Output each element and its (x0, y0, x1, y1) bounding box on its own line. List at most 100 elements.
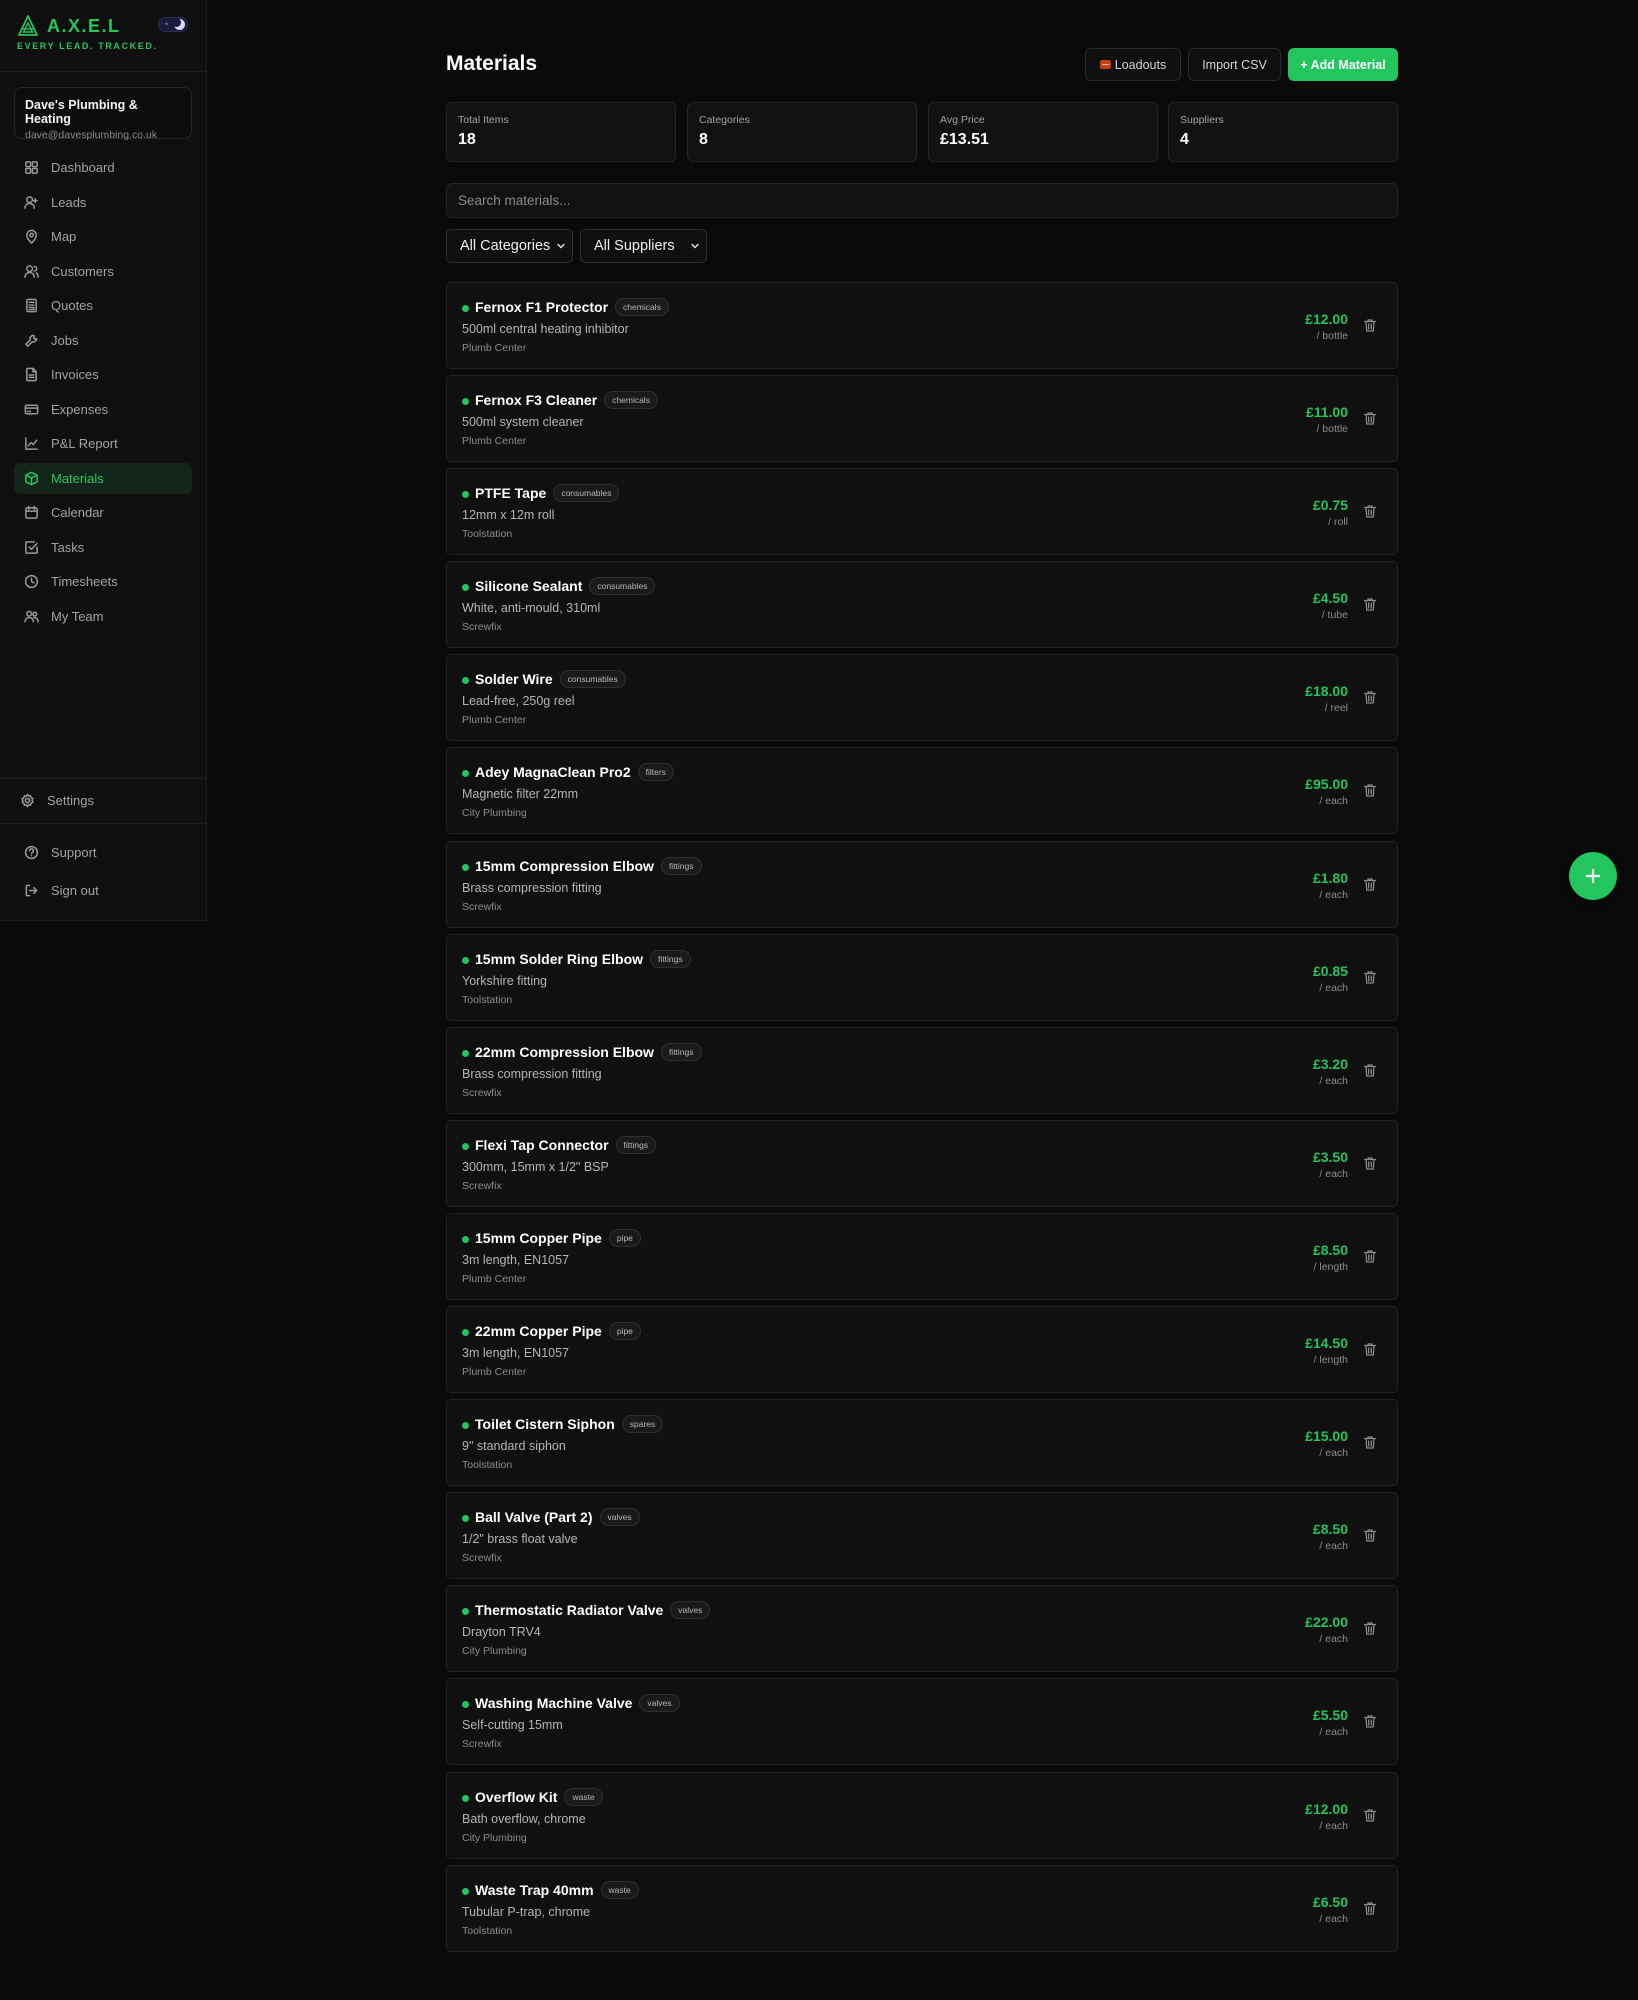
trash-icon[interactable] (1363, 1901, 1377, 1916)
supplier-filter-select[interactable]: All Suppliers (580, 229, 707, 263)
material-name: 22mm Compression Elbow (475, 1043, 654, 1060)
sidebar-item-materials[interactable]: Materials (14, 462, 192, 494)
sidebar-item-support[interactable]: Support (24, 845, 97, 860)
material-description: Brass compression fitting (462, 1066, 602, 1081)
brand-name: A.X.E.L (47, 15, 121, 36)
material-row[interactable]: Waste Trap 40mm waste Tubular P-trap, ch… (446, 1864, 1398, 1952)
material-price: £14.50 (1305, 1335, 1348, 1352)
material-price: £3.20 (1312, 1055, 1348, 1072)
material-price: £6.50 (1312, 1893, 1348, 1910)
material-supplier: City Plumbing (462, 1645, 527, 1658)
sidebar-item-tasks[interactable]: Tasks (14, 532, 192, 563)
material-name: Silicone Sealant (475, 578, 583, 595)
material-row[interactable]: Adey MagnaClean Pro2 filters Magnetic fi… (446, 747, 1398, 835)
trash-icon[interactable] (1363, 690, 1377, 705)
material-row[interactable]: Overflow Kit waste Bath overflow, chrome… (446, 1771, 1398, 1859)
search-input[interactable] (446, 183, 1398, 218)
sidebar-item-customers[interactable]: Customers (14, 256, 192, 287)
material-row[interactable]: Fernox F1 Protector chemicals 500ml cent… (446, 282, 1398, 369)
trash-icon[interactable] (1363, 1528, 1377, 1543)
material-row[interactable]: 15mm Solder Ring Elbow fittings Yorkshir… (446, 933, 1398, 1021)
trash-icon[interactable] (1363, 1063, 1377, 1078)
sidebar-item-pl-report[interactable]: P&L Report (14, 428, 192, 459)
sidebar-item-calendar[interactable]: Calendar (14, 497, 192, 528)
material-row[interactable]: Silicone Sealant consumables White, anti… (446, 561, 1398, 649)
material-unit: / reel (1324, 702, 1348, 715)
add-material-button[interactable]: + Add Material (1288, 48, 1398, 81)
trash-icon[interactable] (1363, 1808, 1377, 1823)
trash-icon[interactable] (1363, 877, 1377, 892)
sidebar-item-timesheets[interactable]: Timesheets (14, 566, 192, 597)
material-row[interactable]: PTFE Tape consumables 12mm x 12m roll To… (446, 468, 1398, 556)
status-dot (462, 1142, 469, 1150)
floating-add-button[interactable] (1569, 852, 1617, 900)
sidebar-item-leads[interactable]: Leads (14, 187, 192, 218)
stat-label: Categories (699, 114, 750, 126)
material-row[interactable]: Flexi Tap Connector fittings 300mm, 15mm… (446, 1119, 1398, 1207)
material-price: £4.50 (1312, 590, 1348, 607)
material-row[interactable]: 15mm Compression Elbow fittings Brass co… (446, 840, 1398, 928)
material-name: Toilet Cistern Siphon (475, 1416, 615, 1433)
sidebar-item-settings[interactable]: Settings (20, 793, 94, 808)
user-plus-icon (24, 195, 39, 210)
sidebar-item-label: Jobs (51, 332, 79, 348)
material-name: Thermostatic Radiator Valve (475, 1602, 664, 1619)
loadouts-button[interactable]: Loadouts (1085, 48, 1181, 81)
support-label: Support (51, 845, 97, 860)
sidebar-item-map[interactable]: Map (14, 221, 192, 252)
account-card[interactable]: Dave's Plumbing & Heating dave@davesplum… (14, 87, 192, 141)
material-description: Drayton TRV4 (462, 1625, 541, 1640)
stat-suppliers: Suppliers 4 (1168, 102, 1398, 162)
material-name: Adey MagnaClean Pro2 (475, 764, 631, 781)
sidebar-item-my-team[interactable]: My Team (14, 601, 192, 632)
category-filter-select[interactable]: All Categories (446, 229, 573, 263)
material-row[interactable]: Thermostatic Radiator Valve valves Drayt… (446, 1585, 1398, 1673)
sidebar-divider (0, 823, 206, 824)
material-row[interactable]: 15mm Copper Pipe pipe 3m length, EN1057 … (446, 1212, 1398, 1300)
import-csv-button[interactable]: Import CSV (1188, 48, 1281, 81)
stat-value: 4 (1180, 131, 1189, 148)
category-badge: filters (637, 763, 674, 782)
trash-icon[interactable] (1363, 783, 1377, 798)
sidebar-item-label: Customers (51, 263, 114, 279)
trash-icon[interactable] (1363, 1156, 1377, 1171)
trash-icon[interactable] (1363, 1621, 1377, 1636)
brand[interactable]: A.X.E.L EVERY LEAD. TRACKED. (17, 14, 158, 51)
material-unit: / length (1313, 1260, 1348, 1273)
material-row[interactable]: 22mm Compression Elbow fittings Brass co… (446, 1026, 1398, 1114)
trash-icon[interactable] (1363, 1714, 1377, 1729)
sidebar-item-sign-out[interactable]: Sign out (24, 883, 99, 898)
trash-icon[interactable] (1363, 504, 1377, 519)
material-supplier: City Plumbing (462, 807, 527, 820)
sidebar-item-label: Leads (51, 194, 87, 210)
trash-icon[interactable] (1363, 970, 1377, 985)
trash-icon[interactable] (1363, 1342, 1377, 1357)
sidebar-item-dashboard[interactable]: Dashboard (14, 152, 192, 183)
theme-toggle[interactable]: ✦ ✦ (158, 17, 188, 32)
trash-icon[interactable] (1363, 1435, 1377, 1450)
clock-icon (24, 574, 39, 589)
sidebar-item-invoices[interactable]: Invoices (14, 359, 192, 390)
material-supplier: Screwfix (462, 1552, 502, 1565)
axel-logo-icon (18, 15, 38, 36)
trash-icon[interactable] (1363, 1249, 1377, 1264)
trash-icon[interactable] (1363, 318, 1377, 333)
material-unit: / each (1319, 1912, 1348, 1925)
category-badge: fittings (660, 856, 702, 875)
sidebar-item-jobs[interactable]: Jobs (14, 325, 192, 356)
trash-icon[interactable] (1363, 597, 1377, 612)
credit-card-icon (24, 402, 39, 417)
material-row[interactable]: Fernox F3 Cleaner chemicals 500ml system… (446, 375, 1398, 463)
sidebar: A.X.E.L EVERY LEAD. TRACKED. ✦ ✦ Dave's … (0, 0, 207, 921)
material-row[interactable]: Toilet Cistern Siphon spares 9" standard… (446, 1399, 1398, 1487)
material-row[interactable]: Ball Valve (Part 2) valves 1/2" brass fl… (446, 1492, 1398, 1580)
sidebar-item-quotes[interactable]: Quotes (14, 290, 192, 321)
material-name: Fernox F3 Cleaner (475, 392, 598, 409)
sign-out-label: Sign out (51, 883, 99, 898)
material-description: White, anti-mould, 310ml (462, 601, 601, 616)
material-row[interactable]: 22mm Copper Pipe pipe 3m length, EN1057 … (446, 1306, 1398, 1394)
sidebar-item-expenses[interactable]: Expenses (14, 394, 192, 425)
trash-icon[interactable] (1363, 411, 1377, 426)
material-row[interactable]: Washing Machine Valve valves Self-cuttin… (446, 1678, 1398, 1766)
material-row[interactable]: Solder Wire consumables Lead-free, 250g … (446, 654, 1398, 742)
